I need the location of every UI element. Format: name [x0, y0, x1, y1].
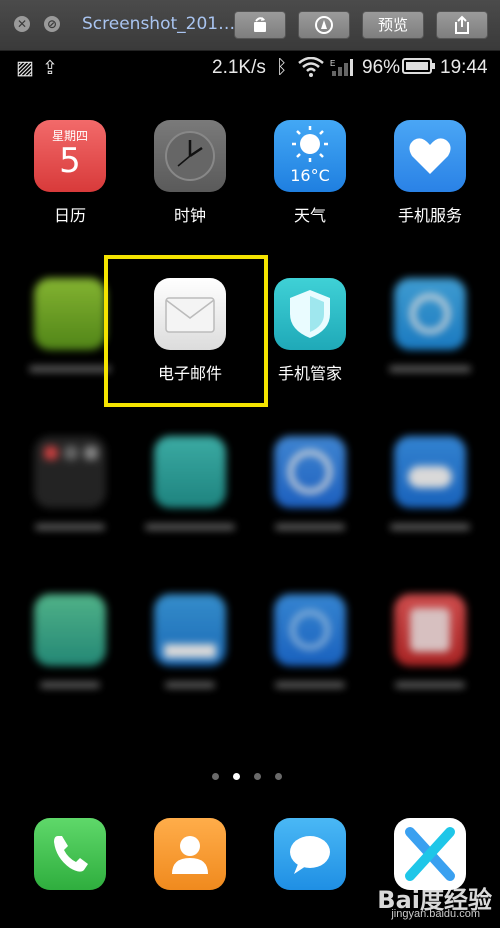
app-blurred[interactable]	[380, 436, 480, 530]
app-blurred[interactable]	[20, 436, 120, 530]
close-icon[interactable]: ✕	[14, 16, 30, 32]
window-toolbar: ✕ ⊘ Screenshot_201… 预览	[0, 0, 500, 51]
app-blurred[interactable]	[140, 436, 240, 530]
clock-icon	[154, 120, 226, 192]
weather-icon: 16°C	[274, 120, 346, 192]
app-icon	[154, 594, 226, 666]
svg-text:E: E	[330, 59, 335, 68]
markup-button[interactable]	[298, 11, 350, 39]
dock-phone[interactable]	[20, 818, 120, 890]
network-speed: 2.1K/s	[212, 57, 266, 78]
disabled-icon[interactable]: ⊘	[44, 16, 60, 32]
upload-icon: ⇪	[42, 58, 58, 79]
signal-icon: E	[330, 57, 354, 83]
markup-icon	[315, 16, 333, 34]
heart-icon	[394, 120, 466, 192]
wifi-app-icon	[274, 594, 346, 666]
bluetooth-icon: ᛒ	[276, 57, 288, 78]
gallery-icon: ▨	[16, 58, 34, 79]
blurred-label	[395, 682, 465, 688]
wifi-icon	[298, 56, 324, 83]
blurred-label	[275, 524, 345, 530]
blurred-label	[29, 366, 111, 372]
clock-time: 19:44	[440, 57, 488, 78]
cast-icon	[154, 436, 226, 508]
blurred-label	[145, 524, 235, 530]
dock-contacts[interactable]	[140, 818, 240, 890]
app-label: 时钟	[173, 206, 206, 225]
share-icon	[455, 15, 469, 34]
share-button[interactable]	[436, 11, 488, 39]
sun-icon	[292, 126, 328, 162]
shield-icon	[274, 278, 346, 350]
blurred-label	[389, 366, 471, 372]
phone-icon	[34, 818, 106, 890]
app-phone-service[interactable]: 手机服务	[380, 120, 480, 226]
app-blurred[interactable]	[380, 278, 480, 372]
app-icon	[394, 436, 466, 508]
app-label: 天气	[293, 206, 326, 225]
app-blurred[interactable]	[20, 594, 120, 688]
blurred-label	[40, 682, 100, 688]
page-dot[interactable]	[212, 773, 219, 780]
blurred-label	[165, 682, 215, 688]
app-blurred[interactable]	[260, 436, 360, 530]
android-icon	[34, 278, 106, 350]
window-title: Screenshot_201…	[82, 14, 236, 34]
highlight-box	[104, 255, 268, 407]
preview-button[interactable]: 预览	[362, 11, 424, 39]
folder-icon	[34, 436, 106, 508]
rotate-icon	[254, 17, 266, 32]
calendar-icon: 星期四 5	[34, 120, 106, 192]
watermark-url: jingyan.baidu.com	[391, 908, 480, 920]
battery-percent: 96%	[362, 57, 401, 78]
app-label: 手机管家	[277, 364, 342, 383]
message-icon	[274, 818, 346, 890]
blurred-label	[275, 682, 345, 688]
app-icon	[394, 594, 466, 666]
status-bar: ▨ ⇪ 2.1K/s ᛒ E 96% 19:44	[0, 52, 500, 82]
app-clock[interactable]: 时钟	[140, 120, 240, 226]
app-phone-manager[interactable]: 手机管家	[260, 278, 360, 384]
app-weather[interactable]: 16°C 天气	[260, 120, 360, 226]
page-dot[interactable]	[254, 773, 261, 780]
rotate-button[interactable]	[234, 11, 286, 39]
blurred-label	[35, 524, 105, 530]
app-blurred[interactable]	[260, 594, 360, 688]
blurred-label	[390, 524, 470, 530]
battery-icon	[402, 57, 436, 81]
weather-temp: 16°C	[290, 166, 330, 185]
app-calendar[interactable]: 星期四 5 日历	[20, 120, 120, 226]
page-indicator	[212, 765, 296, 784]
calendar-day: 5	[59, 141, 81, 181]
app-icon	[394, 278, 466, 350]
page-dot-active[interactable]	[233, 773, 240, 780]
app-blurred[interactable]	[380, 594, 480, 688]
app-label: 日历	[53, 206, 86, 225]
app-blurred[interactable]	[140, 594, 240, 688]
contact-icon	[154, 818, 226, 890]
player-icon	[34, 594, 106, 666]
dock-messages[interactable]	[260, 818, 360, 890]
app-icon	[274, 436, 346, 508]
page-dot[interactable]	[275, 773, 282, 780]
app-label: 手机服务	[397, 206, 462, 225]
